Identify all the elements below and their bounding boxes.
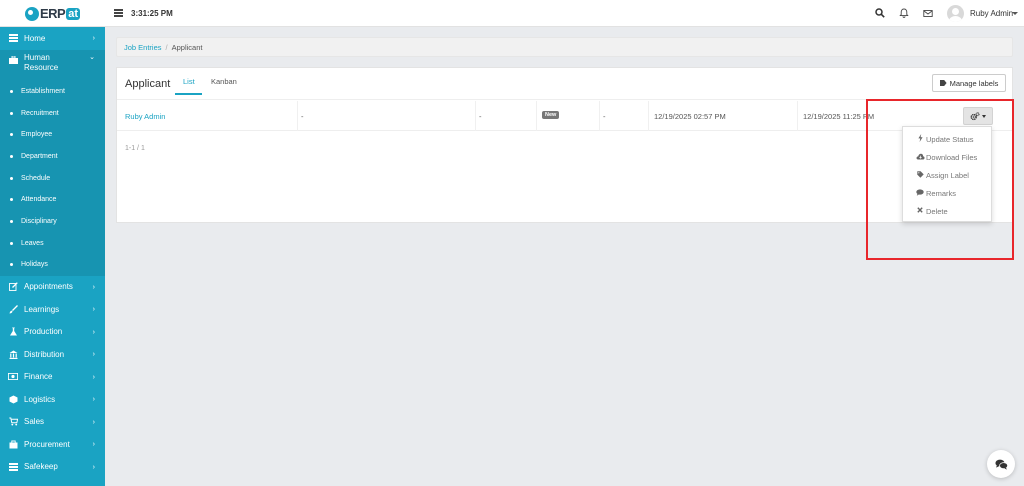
column-divider — [599, 101, 600, 131]
breadcrumb: Job Entries / Applicant — [116, 37, 1013, 57]
column-divider — [797, 101, 798, 131]
sidebar-subitem-recruitment[interactable]: Recruitment — [0, 102, 105, 124]
logo-ball-icon — [24, 6, 39, 21]
menu-icon[interactable] — [114, 9, 123, 17]
sidebar-subitem-disciplinary[interactable]: Disciplinary — [0, 211, 105, 233]
page-title: Applicant — [125, 78, 171, 90]
sidebar-item-appointments[interactable]: Appointments › — [0, 276, 105, 299]
tab-kanban[interactable]: Kanban — [211, 77, 237, 86]
cube-icon — [8, 394, 18, 404]
sidebar-item-home[interactable]: Home › — [0, 27, 105, 50]
sidebar-item-sales[interactable]: Sales › — [0, 411, 105, 434]
hr-submenu: Establishment Recruitment Employee Depar… — [0, 80, 105, 276]
created-date: 12/19/2025 02:57 PM — [654, 112, 726, 121]
chevron-right-icon: › — [92, 306, 95, 314]
chevron-right-icon: › — [92, 441, 95, 449]
chevron-right-icon: › — [92, 283, 95, 291]
list-icon — [8, 462, 18, 472]
clock: 3:31:25 PM — [131, 9, 173, 18]
sidebar-item-label: Distribution — [24, 349, 65, 359]
column-divider — [536, 101, 537, 131]
chat-button[interactable] — [987, 450, 1015, 478]
search-icon[interactable] — [874, 7, 886, 19]
sidebar-item-label: Procurement — [24, 439, 70, 449]
chat-icon — [994, 459, 1008, 470]
sidebar-item-finance[interactable]: Finance › — [0, 366, 105, 389]
bank-icon — [8, 349, 18, 359]
breadcrumb-current: Applicant — [171, 42, 203, 52]
bell-icon[interactable] — [898, 7, 910, 19]
applicant-name-link[interactable]: Ruby Admin — [125, 112, 165, 121]
tab-list[interactable]: List — [183, 77, 195, 86]
table-cell: - — [301, 112, 304, 121]
sidebar-item-label: Appointments — [24, 282, 73, 292]
bag-icon — [8, 439, 18, 449]
logo-text-erp: ERP — [39, 6, 66, 21]
chevron-right-icon: › — [92, 373, 95, 381]
sidebar-subitem-employee[interactable]: Employee — [0, 124, 105, 146]
sidebar-subitem-leaves[interactable]: Leaves — [0, 232, 105, 254]
money-icon — [8, 372, 18, 382]
sidebar-subitem-department[interactable]: Department — [0, 146, 105, 168]
breadcrumb-link-job-entries[interactable]: Job Entries — [124, 43, 162, 52]
sidebar: Home › Human Resource ⌄ Establishment Re… — [0, 27, 105, 486]
sidebar-item-label: Human Resource — [24, 52, 59, 72]
sidebar-item-procurement[interactable]: Procurement › — [0, 433, 105, 456]
sidebar-subitem-establishment[interactable]: Establishment — [0, 81, 105, 103]
cart-icon — [8, 417, 18, 427]
sidebar-item-label: Learnings — [24, 304, 60, 314]
brush-icon — [8, 304, 18, 314]
chevron-right-icon: › — [92, 328, 95, 336]
sidebar-item-human-resource[interactable]: Human Resource ⌄ — [0, 49, 105, 81]
sidebar-item-distribution[interactable]: Distribution › — [0, 343, 105, 366]
chevron-right-icon: › — [92, 463, 95, 471]
flask-icon — [8, 327, 18, 337]
status-badge: New — [542, 111, 560, 119]
edit-icon — [8, 282, 18, 292]
briefcase-icon — [8, 55, 18, 65]
tag-icon — [939, 80, 947, 86]
user-name[interactable]: Ruby Admin — [970, 9, 1013, 18]
sidebar-subitem-schedule[interactable]: Schedule — [0, 167, 105, 189]
breadcrumb-separator: / — [165, 42, 168, 52]
sidebar-item-label: Finance — [24, 372, 53, 382]
sidebar-item-label: Home — [24, 33, 46, 43]
sidebar-item-label: Production — [24, 327, 63, 337]
sidebar-item-label: Sales — [24, 417, 45, 427]
table-cell: - — [603, 112, 606, 121]
updated-date: 12/19/2025 11:25 PM — [803, 112, 875, 121]
top-bar: ERP at 3:31:25 PM Ruby Admin — [0, 0, 1024, 27]
sidebar-subitem-holidays[interactable]: Holidays — [0, 254, 105, 276]
logo-text-at: at — [66, 7, 80, 20]
sidebar-subitem-attendance[interactable]: Attendance — [0, 189, 105, 211]
chevron-right-icon: › — [92, 418, 95, 426]
chevron-down-icon[interactable] — [1012, 12, 1018, 15]
chevron-down-icon: ⌄ — [89, 53, 95, 61]
highlight-box — [866, 99, 1014, 260]
manage-labels-button[interactable]: Manage labels — [932, 74, 1006, 92]
sidebar-item-learnings[interactable]: Learnings › — [0, 298, 105, 321]
manage-labels-label: Manage labels — [949, 78, 999, 88]
table-cell: - — [479, 112, 482, 121]
sidebar-item-safekeep[interactable]: Safekeep › — [0, 456, 105, 479]
sidebar-item-logistics[interactable]: Logistics › — [0, 388, 105, 411]
logo-mark: ERP at — [24, 6, 80, 21]
column-divider — [297, 101, 298, 131]
chevron-right-icon: › — [92, 396, 95, 404]
column-divider — [648, 101, 649, 131]
active-tab-indicator — [175, 93, 202, 95]
app-logo[interactable]: ERP at — [0, 0, 105, 27]
chevron-right-icon: › — [92, 35, 95, 42]
pagination-info: 1-1 / 1 — [125, 145, 145, 152]
sidebar-item-label: Logistics — [24, 394, 56, 404]
column-divider — [475, 101, 476, 131]
mail-icon[interactable] — [922, 7, 934, 19]
chevron-right-icon: › — [92, 351, 95, 359]
list-icon — [8, 33, 18, 43]
avatar[interactable] — [947, 5, 964, 22]
sidebar-item-label: Safekeep — [24, 462, 58, 472]
sidebar-item-production[interactable]: Production › — [0, 321, 105, 344]
